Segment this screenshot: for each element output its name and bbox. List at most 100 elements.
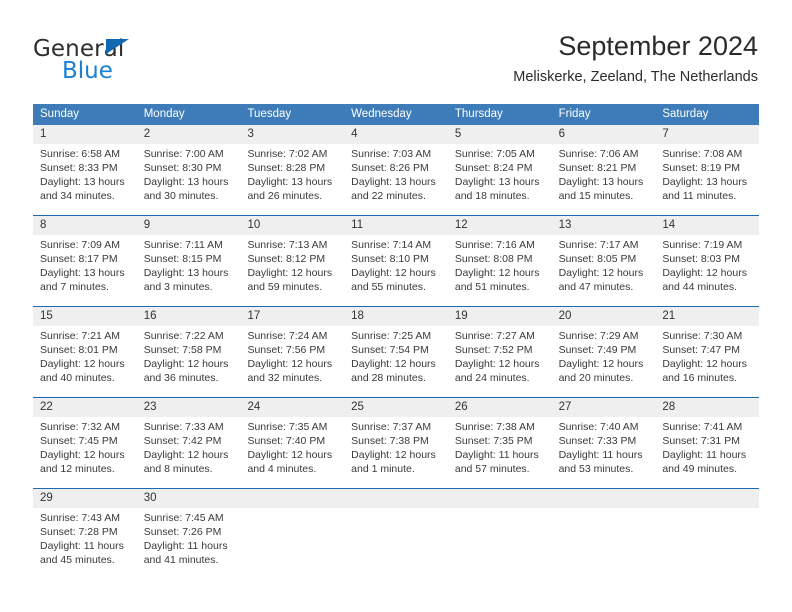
day-details: Sunrise: 7:38 AM Sunset: 7:35 PM Daylight:…	[455, 420, 545, 476]
sunrise-text: Sunrise: 7:41 AM	[662, 421, 743, 433]
sunset-text: Sunset: 7:28 PM	[40, 526, 118, 538]
sunset-text: Sunset: 8:01 PM	[40, 344, 118, 356]
day-number: 29	[40, 492, 53, 504]
weekday-header-friday: Friday	[558, 108, 591, 120]
daylight-text-line2: and 45 minutes.	[40, 554, 115, 566]
daylight-text-line2: and 36 minutes.	[143, 372, 219, 384]
day-cell[interactable]: 8 Sunrise: 7:09 AM Sunset: 8:17 PM Daylight…	[33, 216, 137, 306]
day-cell[interactable]: 1 Sunrise: 6:58 AM Sunset: 8:33 PM Daylight…	[33, 125, 137, 215]
day-cell[interactable]: 3 Sunrise: 7:02 AM Sunset: 8:28 PM Daylight…	[240, 125, 344, 215]
day-number: 30	[143, 492, 157, 504]
sunrise-text: Sunrise: 7:14 AM	[351, 239, 432, 251]
day-cell[interactable]: 23 Sunrise: 7:33 AM Sunset: 7:42 PM Dayligh…	[137, 398, 241, 488]
day-cell[interactable]: 29 Sunrise: 7:43 AM Sunset: 7:28 PM Dayligh…	[33, 489, 137, 579]
sunrise-text: Sunrise: 7:43 AM	[40, 512, 120, 524]
day-details: Sunrise: 7:14 AM Sunset: 8:10 PM Daylight:…	[351, 238, 441, 294]
day-cell[interactable]: 2 Sunrise: 7:00 AM Sunset: 8:30 PM Daylight…	[137, 125, 241, 215]
day-cell[interactable]: 19 Sunrise: 7:27 AM Sunset: 7:52 PM Dayligh…	[448, 307, 552, 397]
day-cell[interactable]: 10 Sunrise: 7:13 AM Sunset: 8:12 PM Dayligh…	[240, 216, 344, 306]
day-cell[interactable]: 13 Sunrise: 7:17 AM Sunset: 8:05 PM Dayligh…	[552, 216, 656, 306]
day-number: 10	[247, 219, 261, 231]
sunrise-text: Sunrise: 7:13 AM	[247, 239, 328, 251]
day-cell[interactable]: 16 Sunrise: 7:22 AM Sunset: 7:58 PM Dayligh…	[137, 307, 241, 397]
sunset-text: Sunset: 7:40 PM	[247, 435, 326, 447]
weekday-header-sunday: Sunday	[40, 108, 80, 120]
day-cell[interactable]: 12 Sunrise: 7:16 AM Sunset: 8:08 PM Dayligh…	[448, 216, 552, 306]
day-number: 9	[143, 219, 151, 231]
day-number: 13	[558, 219, 572, 231]
sunrise-text: Sunrise: 7:27 AM	[454, 330, 535, 342]
daylight-text-line2: and 53 minutes.	[558, 463, 634, 475]
sunrise-text: Sunrise: 7:00 AM	[143, 148, 224, 160]
day-cell[interactable]: 6 Sunrise: 7:06 AM Sunset: 8:21 PM Daylight…	[552, 125, 656, 215]
day-cell[interactable]: 9 Sunrise: 7:11 AM Sunset: 8:15 PM Daylight…	[137, 216, 241, 306]
sunrise-text: Sunrise: 7:03 AM	[351, 148, 432, 160]
day-number: 27	[558, 401, 572, 413]
day-details: Sunrise: 7:09 AM Sunset: 8:17 PM Daylight:…	[40, 238, 130, 294]
weekday-header-saturday: Saturday	[662, 108, 709, 120]
day-details: Sunrise: 7:02 AM Sunset: 8:28 PM Daylight:…	[247, 147, 337, 203]
day-cell[interactable]: 20 Sunrise: 7:29 AM Sunset: 7:49 PM Dayligh…	[552, 307, 656, 397]
sunrise-text: Sunrise: 7:33 AM	[143, 421, 224, 433]
calendar-page: General Blue September 2024 Meliskerke, …	[0, 0, 792, 612]
sunrise-text: Sunrise: 7:08 AM	[662, 148, 743, 160]
day-cell[interactable]: 27 Sunrise: 7:40 AM Sunset: 7:33 PM Dayligh…	[552, 398, 656, 488]
title-block: September 2024 Meliskerke, Zeeland, The …	[513, 30, 758, 87]
day-number: 18	[351, 310, 364, 322]
daylight-text-line2: and 18 minutes.	[454, 190, 530, 202]
sunset-text: Sunset: 8:17 PM	[40, 253, 118, 265]
day-details: Sunrise: 7:16 AM Sunset: 8:08 PM Daylight:…	[455, 238, 545, 294]
sunset-text: Sunset: 8:24 PM	[454, 162, 533, 174]
day-number: 2	[143, 128, 151, 140]
sunset-text: Sunset: 8:15 PM	[143, 253, 222, 265]
day-cell[interactable]: 22 Sunrise: 7:32 AM Sunset: 7:45 PM Dayligh…	[33, 398, 137, 488]
weekday-header-thursday: Thursday	[454, 108, 503, 120]
daylight-text-line2: and 1 minute.	[351, 463, 415, 475]
day-cell[interactable]: 26 Sunrise: 7:38 AM Sunset: 7:35 PM Dayligh…	[448, 398, 552, 488]
day-details: Sunrise: 7:40 AM Sunset: 7:33 PM Daylight:…	[559, 420, 649, 476]
day-number: 14	[662, 219, 676, 231]
day-cell[interactable]: 18 Sunrise: 7:25 AM Sunset: 7:54 PM Dayligh…	[344, 307, 448, 397]
day-number: 22	[40, 401, 53, 413]
day-details: Sunrise: 7:03 AM Sunset: 8:26 PM Daylight:…	[351, 147, 441, 203]
daylight-text-line1: Daylight: 12 hours	[454, 358, 540, 370]
day-cell[interactable]: 5 Sunrise: 7:05 AM Sunset: 8:24 PM Daylight…	[448, 125, 552, 215]
day-cell[interactable]: 15 Sunrise: 7:21 AM Sunset: 8:01 PM Dayligh…	[33, 307, 137, 397]
day-cell[interactable]: 25 Sunrise: 7:37 AM Sunset: 7:38 PM Dayligh…	[344, 398, 448, 488]
day-details: Sunrise: 7:21 AM Sunset: 8:01 PM Daylight:…	[40, 329, 130, 385]
day-details: Sunrise: 7:33 AM Sunset: 7:42 PM Daylight:…	[144, 420, 234, 476]
daylight-text-line2: and 55 minutes.	[351, 281, 426, 293]
week-row: 29 Sunrise: 7:43 AM Sunset: 7:28 PM Dayligh…	[33, 488, 759, 579]
day-cell-empty	[552, 489, 656, 579]
general-blue-logo[interactable]: General Blue	[33, 36, 253, 90]
day-cell[interactable]: 14 Sunrise: 7:19 AM Sunset: 8:03 PM Dayligh…	[655, 216, 759, 306]
sunset-text: Sunset: 8:33 PM	[40, 162, 118, 174]
sunrise-text: Sunrise: 7:22 AM	[143, 330, 224, 342]
day-cell[interactable]: 11 Sunrise: 7:14 AM Sunset: 8:10 PM Dayligh…	[344, 216, 448, 306]
daylight-text-line1: Daylight: 11 hours	[143, 540, 228, 552]
daylight-text-line2: and 7 minutes.	[40, 281, 109, 293]
daylight-text-line2: and 26 minutes.	[247, 190, 323, 202]
daylight-text-line1: Daylight: 12 hours	[662, 267, 747, 279]
day-cell[interactable]: 7 Sunrise: 7:08 AM Sunset: 8:19 PM Daylight…	[655, 125, 759, 215]
day-cell-empty	[344, 489, 448, 579]
week-row: 22 Sunrise: 7:32 AM Sunset: 7:45 PM Dayligh…	[33, 397, 759, 488]
sunrise-text: Sunrise: 7:35 AM	[247, 421, 328, 433]
day-cell[interactable]: 24 Sunrise: 7:35 AM Sunset: 7:40 PM Dayligh…	[240, 398, 344, 488]
page-subtitle: Meliskerke, Zeeland, The Netherlands	[513, 69, 758, 85]
day-details: Sunrise: 7:25 AM Sunset: 7:54 PM Daylight:…	[351, 329, 441, 385]
daylight-text-line1: Daylight: 13 hours	[40, 267, 125, 279]
sunrise-text: Sunrise: 7:16 AM	[454, 239, 535, 251]
sunrise-text: Sunrise: 7:24 AM	[247, 330, 328, 342]
day-cell[interactable]: 28 Sunrise: 7:41 AM Sunset: 7:31 PM Dayligh…	[655, 398, 759, 488]
day-cell[interactable]: 21 Sunrise: 7:30 AM Sunset: 7:47 PM Dayligh…	[655, 307, 759, 397]
day-cell[interactable]: 30 Sunrise: 7:45 AM Sunset: 7:26 PM Dayligh…	[137, 489, 241, 579]
day-cell[interactable]: 17 Sunrise: 7:24 AM Sunset: 7:56 PM Dayligh…	[240, 307, 344, 397]
day-cell-empty	[448, 489, 552, 579]
logo-triangle-icon	[106, 39, 129, 54]
daylight-text-line1: Daylight: 12 hours	[247, 267, 333, 279]
daylight-text-line1: Daylight: 12 hours	[558, 267, 644, 279]
sunset-text: Sunset: 7:49 PM	[558, 344, 637, 356]
daylight-text-line1: Daylight: 12 hours	[247, 358, 333, 370]
day-cell[interactable]: 4 Sunrise: 7:03 AM Sunset: 8:26 PM Daylight…	[344, 125, 448, 215]
